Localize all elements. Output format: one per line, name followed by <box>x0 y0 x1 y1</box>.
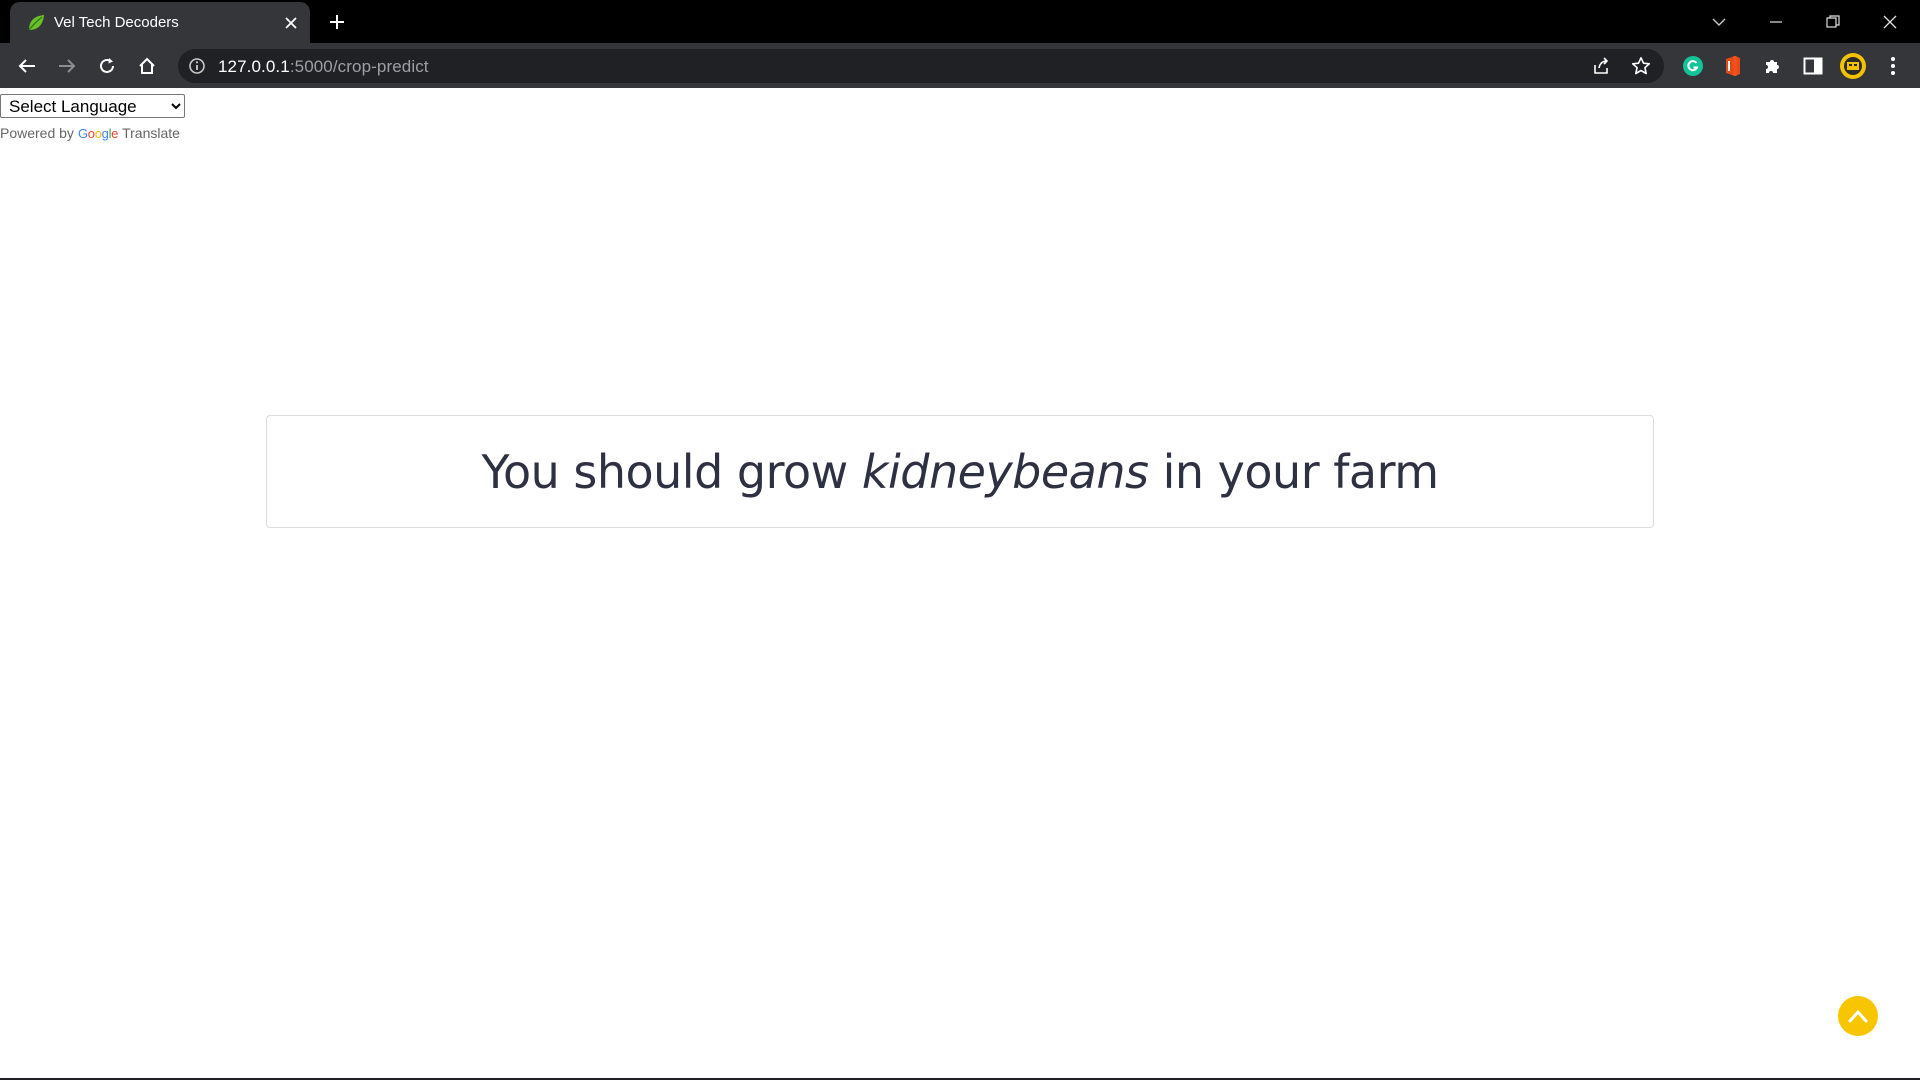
powered-by-text: Powered by <box>0 125 74 141</box>
tab-title: Vel Tech Decoders <box>54 14 179 31</box>
browser-toolbar: 127.0.0.1:5000/crop-predict <box>0 43 1920 88</box>
side-panel-icon[interactable] <box>1798 51 1828 81</box>
google-logo: Google <box>78 126 118 141</box>
url-text[interactable]: 127.0.0.1:5000/crop-predict <box>218 57 429 77</box>
language-select[interactable]: Select Language <box>0 94 185 118</box>
chevron-up-icon <box>1848 1010 1868 1023</box>
back-icon[interactable] <box>11 50 43 82</box>
grammarly-icon[interactable] <box>1678 51 1708 81</box>
extensions-puzzle-icon[interactable] <box>1758 51 1788 81</box>
prediction-result-card: You should grow kidneybeans in your farm <box>266 415 1654 528</box>
leaf-icon <box>28 15 44 31</box>
site-info-icon[interactable] <box>188 57 206 75</box>
browser-titlebar: Vel Tech Decoders <box>0 0 1920 43</box>
address-bar[interactable]: 127.0.0.1:5000/crop-predict <box>178 49 1664 83</box>
forward-icon[interactable] <box>51 50 83 82</box>
url-host: 127.0.0.1 <box>218 57 290 76</box>
browser-menu-icon[interactable] <box>1878 51 1908 81</box>
minimize-icon[interactable] <box>1760 6 1792 38</box>
result-prefix: You should grow <box>481 444 862 499</box>
result-suffix: in your farm <box>1148 444 1439 499</box>
google-logo-letter: o <box>94 125 102 141</box>
browser-tab[interactable]: Vel Tech Decoders <box>10 2 310 43</box>
google-logo-letter: o <box>87 125 95 141</box>
google-translate-attribution: Powered by Google Translate <box>0 125 180 141</box>
url-path: :5000/crop-predict <box>289 57 429 76</box>
google-logo-letter: e <box>111 125 119 141</box>
predicted-crop: kidneybeans <box>861 444 1149 499</box>
new-tab-icon[interactable] <box>324 9 350 35</box>
restore-icon[interactable] <box>1817 6 1849 38</box>
tab-search-chevron-icon[interactable] <box>1703 6 1735 38</box>
back-to-top-button[interactable] <box>1838 996 1878 1036</box>
bookmark-star-icon[interactable] <box>1628 53 1654 79</box>
prediction-result-text: You should grow kidneybeans in your farm <box>481 444 1439 499</box>
translate-link[interactable]: Translate <box>122 125 180 141</box>
share-icon[interactable] <box>1588 53 1614 79</box>
office-icon[interactable] <box>1718 51 1748 81</box>
home-icon[interactable] <box>131 50 163 82</box>
close-tab-icon[interactable] <box>280 12 302 34</box>
close-window-icon[interactable] <box>1874 6 1906 38</box>
page-content: Select Language Powered by Google Transl… <box>0 88 1920 1078</box>
google-logo-letter: g <box>101 125 109 141</box>
google-logo-letter: G <box>77 125 88 141</box>
profile-avatar-icon[interactable] <box>1838 51 1868 81</box>
reload-icon[interactable] <box>91 50 123 82</box>
